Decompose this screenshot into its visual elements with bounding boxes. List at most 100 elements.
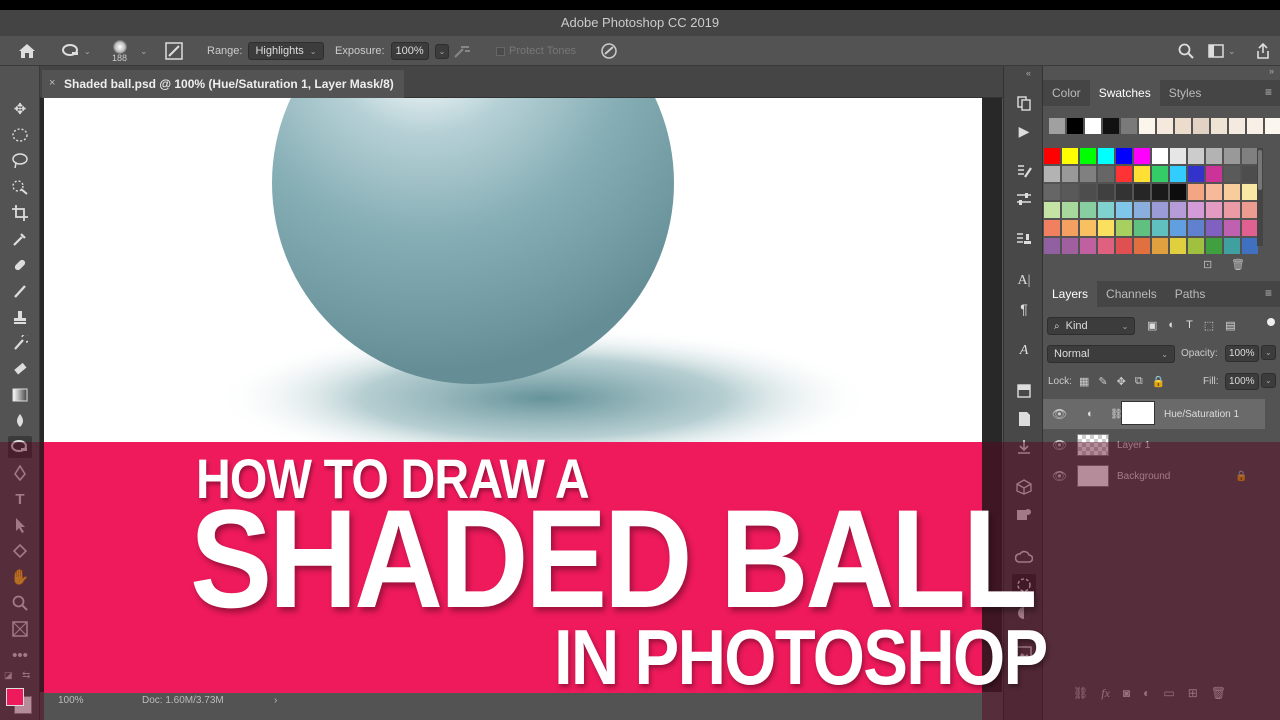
swatch[interactable] (1098, 202, 1114, 218)
swatch[interactable] (1206, 166, 1222, 182)
swatch[interactable] (1188, 238, 1204, 254)
swatch[interactable] (1062, 148, 1078, 164)
swatch[interactable] (1062, 184, 1078, 200)
swatch[interactable] (1242, 148, 1258, 164)
swatch[interactable] (1211, 118, 1227, 134)
swatch[interactable] (1116, 166, 1132, 182)
protect-tones-checkbox[interactable] (496, 46, 505, 56)
swatch[interactable] (1188, 184, 1204, 200)
history-panel-icon[interactable] (1012, 92, 1036, 114)
crop-tool-icon[interactable] (8, 202, 32, 224)
share-icon[interactable] (1256, 36, 1270, 66)
swatch[interactable] (1242, 238, 1258, 254)
swatch[interactable] (1044, 166, 1060, 182)
lasso-tool-icon[interactable] (8, 150, 32, 172)
swatch[interactable] (1224, 202, 1240, 218)
swatch[interactable] (1170, 166, 1186, 182)
adjustment-filter-icon[interactable]: ◐ (1168, 319, 1175, 332)
swatch[interactable] (1242, 202, 1258, 218)
swatch[interactable] (1044, 184, 1060, 200)
swatch[interactable] (1170, 238, 1186, 254)
fill-slider-toggle[interactable]: ⌄ (1261, 373, 1276, 388)
brush-preset-picker[interactable]: 188 (112, 36, 127, 66)
lock-position-icon[interactable]: ✥ (1117, 375, 1126, 388)
swatch[interactable] (1080, 220, 1096, 236)
swatch[interactable] (1134, 202, 1150, 218)
swatch[interactable] (1080, 202, 1096, 218)
tab-paths[interactable]: Paths (1166, 281, 1215, 307)
swatch[interactable] (1098, 238, 1114, 254)
brush-settings-icon[interactable] (165, 36, 183, 66)
layer-filter-kind[interactable]: ⌕ Kind ⌄ (1047, 317, 1136, 335)
swatch[interactable] (1224, 220, 1240, 236)
tab-styles[interactable]: Styles (1160, 80, 1211, 106)
brush-chevron-icon[interactable]: ⌄ (140, 36, 148, 66)
swatch[interactable] (1044, 148, 1060, 164)
gradient-tool-icon[interactable] (8, 384, 32, 406)
tool-preset-picker[interactable]: ⌄ (62, 36, 91, 66)
scrollbar-thumb[interactable] (1258, 150, 1262, 190)
notes-panel-icon[interactable] (1012, 408, 1036, 430)
swatch[interactable] (1265, 118, 1280, 134)
swatch[interactable] (1134, 148, 1150, 164)
layer-name[interactable]: Hue/Saturation 1 (1164, 409, 1239, 420)
swatch[interactable] (1085, 118, 1101, 134)
actions-panel-icon[interactable]: ▶ (1012, 120, 1036, 142)
swatch[interactable] (1116, 220, 1132, 236)
swatch[interactable] (1224, 184, 1240, 200)
lock-artboard-icon[interactable]: ⧉ (1135, 375, 1143, 388)
paragraph-panel-icon[interactable]: ¶ (1012, 298, 1036, 320)
panel-menu-icon[interactable]: ≡ (1265, 286, 1272, 300)
swatch[interactable] (1170, 184, 1186, 200)
swatch[interactable] (1206, 148, 1222, 164)
opacity-input[interactable]: 100% (1225, 345, 1259, 362)
clone-source-panel-icon[interactable] (1012, 228, 1036, 250)
link-icon[interactable]: ⛓ (1110, 409, 1123, 420)
blur-tool-icon[interactable] (8, 410, 32, 432)
quick-selection-tool-icon[interactable] (8, 176, 32, 198)
fill-input[interactable]: 100% (1225, 373, 1259, 390)
swatch[interactable] (1062, 220, 1078, 236)
lock-image-icon[interactable]: ✎ (1098, 375, 1107, 388)
clone-stamp-tool-icon[interactable] (8, 306, 32, 328)
swatch[interactable] (1175, 118, 1191, 134)
swatch[interactable] (1116, 238, 1132, 254)
swatch[interactable] (1080, 166, 1096, 182)
character-panel-icon[interactable]: A| (1012, 270, 1036, 292)
filter-toggle[interactable] (1267, 318, 1275, 326)
airbrush-icon[interactable] (453, 36, 473, 66)
swatch[interactable] (1188, 148, 1204, 164)
swatch[interactable] (1044, 220, 1060, 236)
swatch[interactable] (1206, 238, 1222, 254)
swatch[interactable] (1098, 166, 1114, 182)
opacity-slider-toggle[interactable]: ⌄ (1261, 345, 1276, 360)
swatch[interactable] (1188, 202, 1204, 218)
swatch[interactable] (1116, 148, 1132, 164)
swatch[interactable] (1098, 148, 1114, 164)
layer-row-hue-saturation[interactable]: 👁 ◐ ⛓ Hue/Saturation 1 (1043, 399, 1265, 429)
zoom-level[interactable]: 100% (58, 695, 84, 706)
move-tool-icon[interactable]: ✥ (8, 98, 32, 120)
swatch[interactable] (1242, 166, 1258, 182)
swatch[interactable] (1224, 166, 1240, 182)
swatch[interactable] (1152, 166, 1168, 182)
layer-mask-thumbnail[interactable] (1121, 401, 1155, 425)
panel-menu-icon[interactable]: ≡ (1265, 85, 1272, 99)
collapse-panels-icon[interactable]: » (1269, 66, 1274, 76)
swatch[interactable] (1152, 202, 1168, 218)
pixel-filter-icon[interactable]: ▣ (1147, 319, 1157, 332)
exposure-input[interactable]: 100% (390, 42, 429, 60)
tab-channels[interactable]: Channels (1097, 281, 1166, 307)
lock-all-icon[interactable]: 🔒 (1152, 375, 1166, 388)
swatch[interactable] (1080, 184, 1096, 200)
swatch[interactable] (1044, 202, 1060, 218)
protect-tones-option[interactable]: Protect Tones (496, 36, 576, 66)
eyedropper-tool-icon[interactable] (8, 228, 32, 250)
swatch[interactable] (1098, 184, 1114, 200)
swatch[interactable] (1170, 148, 1186, 164)
swatch[interactable] (1098, 220, 1114, 236)
search-icon[interactable] (1178, 36, 1194, 66)
swatch[interactable] (1103, 118, 1119, 134)
workspace-switcher[interactable]: ⌄ (1208, 36, 1236, 66)
collapse-dock-icon[interactable]: « (1026, 68, 1031, 78)
